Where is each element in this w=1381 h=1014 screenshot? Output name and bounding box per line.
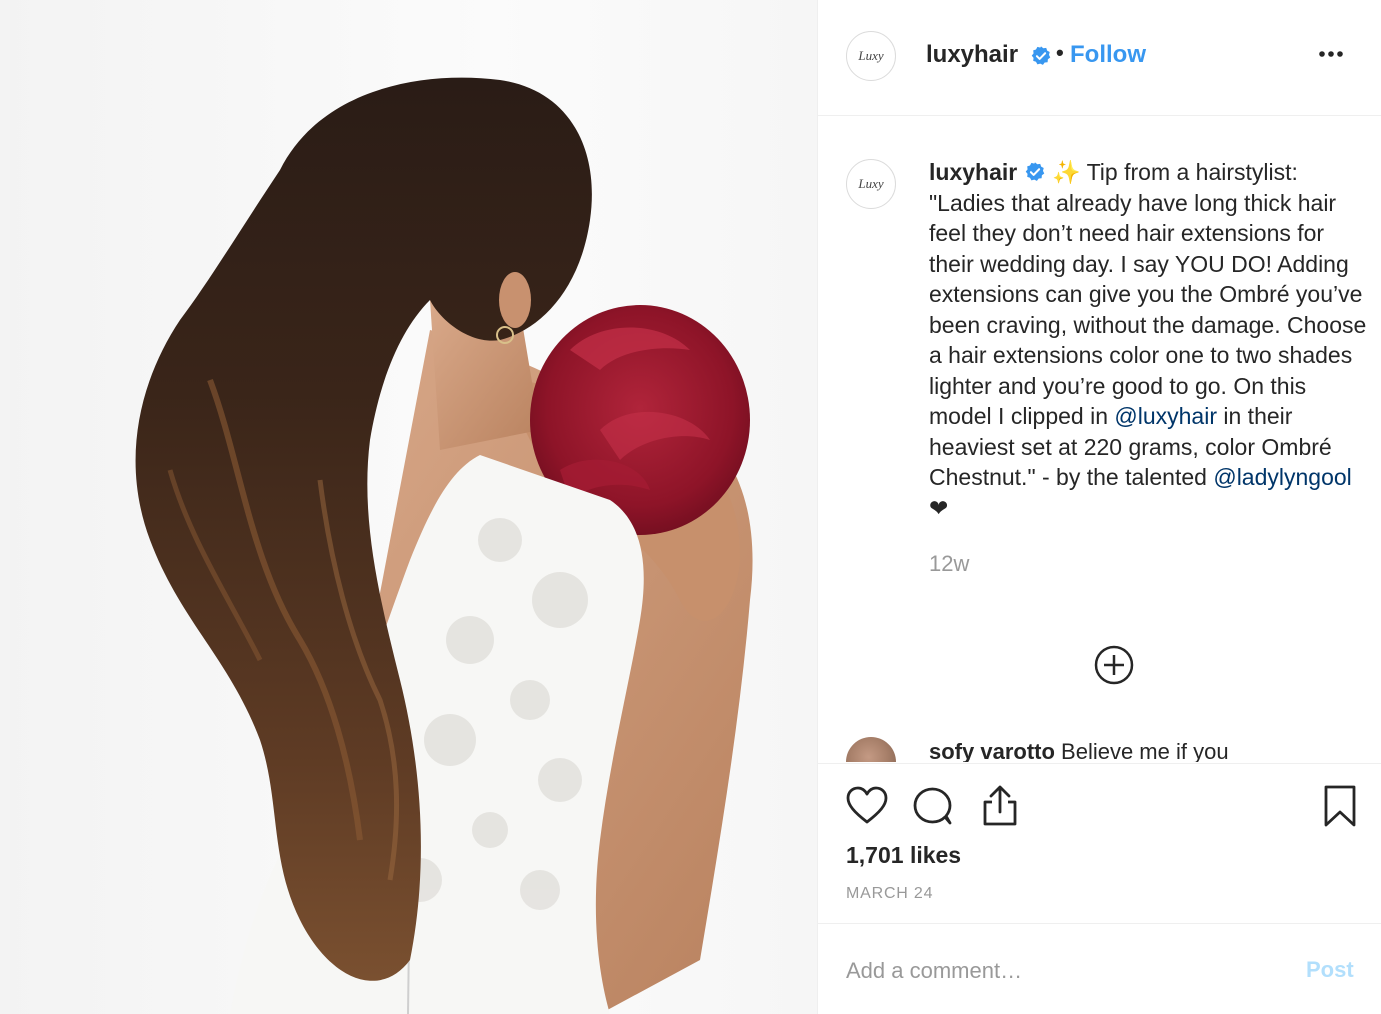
caption-timestamp[interactable]: 12w (929, 549, 1369, 580)
comments-section[interactable]: Luxy luxyhair ✨ Tip from a hairstylist: … (818, 117, 1381, 762)
post-header: Luxy luxyhair • Follow (818, 0, 1381, 116)
commenter-avatar[interactable] (846, 737, 896, 762)
profile-avatar[interactable]: Luxy (846, 31, 896, 81)
sparkles-emoji: ✨ (1052, 159, 1081, 185)
verified-badge-icon (1031, 46, 1051, 65)
comment-body: Believe me if you (1054, 739, 1229, 762)
follow-button[interactable]: Follow (1070, 41, 1146, 69)
verified-badge-icon (1025, 162, 1044, 181)
heart-icon[interactable] (846, 786, 888, 826)
instagram-post: Luxy luxyhair • Follow Luxy luxyhair ✨ T… (0, 0, 1381, 1014)
comment-bubble-icon[interactable] (912, 786, 954, 826)
caption-username[interactable]: luxyhair (929, 159, 1017, 185)
bookmark-icon[interactable] (1323, 784, 1357, 828)
post-caption: luxyhair ✨ Tip from a hairstylist: "Ladi… (929, 157, 1369, 580)
heart-emoji: ❤ (929, 494, 949, 521)
plus-circle-icon[interactable] (1094, 645, 1134, 685)
post-side-panel: Luxy luxyhair • Follow Luxy luxyhair ✨ T… (817, 0, 1381, 1014)
commenter-username[interactable]: sofy varotto (929, 739, 1055, 762)
caption-text: Tip from a hairstylist: "Ladies that alr… (929, 159, 1367, 429)
post-photo[interactable] (0, 0, 817, 1014)
avatar-logo-text: Luxy (858, 48, 884, 63)
add-comment-bar: Post (818, 923, 1381, 1014)
post-date[interactable]: MARCH 24 (846, 885, 933, 903)
more-options-icon[interactable] (1318, 50, 1344, 58)
mention-luxyhair[interactable]: @luxyhair (1114, 403, 1217, 429)
post-comment-button[interactable]: Post (1306, 957, 1354, 983)
separator-dot: • (1056, 40, 1064, 65)
caption-avatar[interactable]: Luxy (846, 159, 896, 209)
mention-ladylyngool[interactable]: @ladylyngool (1213, 464, 1351, 490)
post-image (135, 77, 753, 1014)
header-username[interactable]: luxyhair (926, 41, 1018, 69)
post-actions: 1,701 likes MARCH 24 (818, 763, 1381, 923)
comment-item: sofy varotto Believe me if you (846, 737, 1366, 762)
comment-input[interactable] (844, 952, 1268, 990)
share-icon[interactable] (980, 784, 1020, 828)
comment-text: sofy varotto Believe me if you (929, 739, 1229, 762)
likes-count[interactable]: 1,701 likes (846, 842, 961, 869)
avatar-logo-text: Luxy (858, 176, 884, 191)
